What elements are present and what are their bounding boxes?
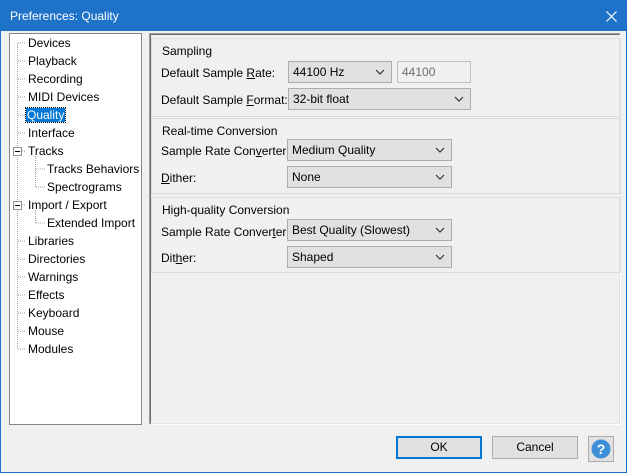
label-text: ate: [255,66,276,80]
chevron-down-icon [435,227,445,233]
default-sample-rate-select[interactable]: 44100 Hz [288,61,392,83]
chevron-down-icon [435,147,445,153]
chevron-down-icon [375,69,385,75]
select-value: Best Quality (Slowest) [292,223,411,237]
help-icon: ? [591,439,611,459]
realtime-conversion-group: Real-time Conversion Sample Rate Convert… [151,118,621,194]
tree-item-import-export[interactable]: Import / Export [28,197,107,214]
cancel-button[interactable]: Cancel [492,436,578,459]
settings-panel-inner: Sampling Default Sample Rate: 44100 Hz 4… [150,34,621,424]
realtime-converter-label: Sample Rate Converter: [161,144,290,158]
tree-item-label: Extended Import [47,216,136,230]
tree-item-label: Spectrograms [47,180,122,194]
label-text: er: [182,251,197,265]
highquality-group-title: High-quality Conversion [162,203,290,217]
tree-item-libraries[interactable]: Libraries [28,233,74,250]
realtime-converter-select[interactable]: Medium Quality [287,139,452,161]
tree-item-label: Effects [28,288,65,302]
default-sample-format-select[interactable]: 32-bit float [288,88,471,110]
tree-item-label: MIDI Devices [28,90,100,104]
tree-item-interface[interactable]: Interface [28,125,75,142]
highquality-conversion-group: High-quality Conversion Sample Rate Conv… [151,197,621,273]
tree-item-label: Warnings [28,270,79,284]
tree-item-mouse[interactable]: Mouse [28,323,64,340]
label-text: ither: [169,171,197,185]
tree-item-label: Directories [28,252,86,266]
preferences-tree[interactable]: Devices Playback Recording MIDI Devices … [9,33,142,425]
ok-button[interactable]: OK [396,436,482,459]
label-text: Default Sample [161,93,247,107]
select-value: 32-bit float [293,92,350,106]
label-text: Sample Rate Con [161,144,256,158]
select-value: Shaped [292,250,334,264]
highquality-dither-select[interactable]: Shaped [287,246,452,268]
label-accesskey: F [246,93,254,107]
import-export-collapse-icon[interactable] [13,201,22,210]
label-text: erter: [261,144,290,158]
tree-item-label: Interface [28,126,75,140]
tree-item-quality[interactable]: Quality [24,107,67,124]
tree-item-label: Import / Export [28,198,107,212]
help-button[interactable]: ? [588,436,614,462]
sampling-group-title: Sampling [162,44,213,58]
tree-item-tracks-behaviors[interactable]: Tracks Behaviors [47,161,139,178]
tree-item-warnings[interactable]: Warnings [28,269,78,286]
tree-item-effects[interactable]: Effects [28,287,64,304]
highquality-converter-select[interactable]: Best Quality (Slowest) [287,219,452,241]
tree-item-directories[interactable]: Directories [28,251,85,268]
tree-item-label: Tracks [28,144,64,158]
label-text: ormat: [253,93,288,107]
tree-item-label: Mouse [28,324,65,338]
tree-item-spectrograms[interactable]: Spectrograms [47,179,122,196]
preferences-window: Preferences: Quality Devices Playback Re… [0,0,627,473]
tree-item-label: Playback [28,54,77,68]
tree-item-label: Tracks Behaviors [47,162,140,176]
tree-item-playback[interactable]: Playback [28,53,77,70]
default-sample-format-label: Default Sample Format: [161,93,288,107]
select-value: Medium Quality [292,143,376,157]
label-accesskey: R [246,66,256,80]
tree-item-label: Devices [28,36,71,50]
realtime-group-title: Real-time Conversion [162,124,278,138]
chevron-down-icon [435,174,445,180]
realtime-dither-select[interactable]: None [287,166,452,188]
sampling-group: Sampling Default Sample Rate: 44100 Hz 4… [151,38,621,117]
select-value: 44100 Hz [293,65,345,79]
help-glyph: ? [597,441,606,457]
label-text: Default Sample [161,66,247,80]
realtime-dither-label: Dither: [161,171,196,185]
tree-item-midi-devices[interactable]: MIDI Devices [28,89,99,106]
highquality-converter-label: Sample Rate Converter: [161,225,290,239]
tree-item-modules[interactable]: Modules [28,341,73,358]
tree-item-label: Libraries [28,234,75,248]
highquality-dither-label: Dither: [161,251,196,265]
close-button[interactable] [596,1,626,31]
settings-panel: Sampling Default Sample Rate: 44100 Hz 4… [149,33,621,425]
tree-item-devices[interactable]: Devices [28,35,71,52]
tree-item-keyboard[interactable]: Keyboard [28,305,79,322]
tree-item-recording[interactable]: Recording [28,71,83,88]
label-accesskey: D [161,171,170,185]
label-text: Sample Rate Conver [161,225,273,239]
tracks-collapse-icon[interactable] [13,147,22,156]
tree-item-label: Recording [28,72,83,86]
tree-item-label: Modules [28,342,74,356]
window-title: Preferences: Quality [10,9,119,23]
custom-sample-rate-input[interactable]: 44100 [397,61,471,83]
chevron-down-icon [454,96,464,102]
close-icon [605,10,617,22]
select-value: None [292,170,321,184]
chevron-down-icon [435,254,445,260]
default-sample-rate-label: Default Sample Rate: [161,66,275,80]
tree-item-tracks[interactable]: Tracks [28,143,64,160]
tree-item-label: Keyboard [28,306,80,320]
tree-item-label: Quality [24,107,67,123]
title-bar[interactable]: Preferences: Quality [1,1,626,31]
label-text: Dit [161,251,176,265]
tree-item-extended-import[interactable]: Extended Import [47,215,135,232]
